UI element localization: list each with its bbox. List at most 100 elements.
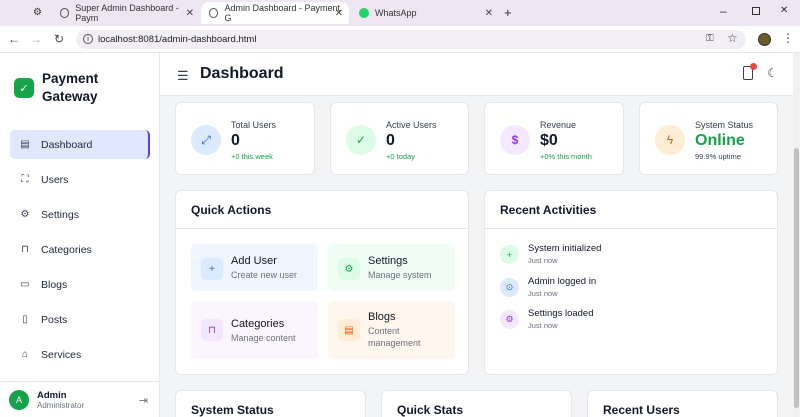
avatar: A [9,389,29,410]
quick-action-sub: Manage system [368,270,432,280]
quick-action-blogs[interactable]: ▤ Blogs Content management [328,301,455,359]
divider [485,228,777,229]
address-bar: ← → ↻ i localhost:8081/admin-dashboard.h… [0,26,800,53]
bookmark-star-icon[interactable]: ☆ [727,31,738,45]
section-title: System Status [191,403,274,417]
reload-icon[interactable]: ↻ [51,32,67,46]
categories-icon: ⊓ [201,319,223,341]
settings-icon: ⚙ [500,310,519,329]
close-window-icon[interactable]: ✕ [780,5,788,16]
sidebar-item-label: Settings [41,208,79,221]
divider [176,228,468,229]
sidebar-item-posts[interactable]: ▯ Posts [10,305,150,334]
browser-tab-label: Super Admin Dashboard - Paym [75,3,179,23]
scrollbar-thumb[interactable] [794,148,799,408]
stat-label: Revenue [540,120,577,130]
new-tab-icon[interactable]: + [504,5,512,20]
section-title: Recent Users [603,403,680,417]
back-icon[interactable]: ← [6,32,22,46]
logout-icon[interactable]: ⇥ [139,394,148,407]
chrome-menu-icon[interactable]: ⚙ [33,7,42,18]
login-icon: ⊙ [500,278,519,297]
maximize-icon[interactable] [752,7,760,15]
activity-title: System initialized [528,243,602,254]
activity-title: Settings loaded [528,308,594,319]
stat-value: 0 [231,132,240,149]
sidebar: ✓ Payment Gateway ▤ Dashboard ⛶ Users ⚙ … [0,53,160,417]
posts-icon: ▯ [22,314,28,325]
activity-time: Just now [528,321,558,330]
sidebar-item-label: Posts [41,313,68,326]
blogs-icon: ▤ [338,319,360,341]
profile-avatar-icon[interactable] [758,33,771,46]
sidebar-item-label: Blogs [41,278,68,291]
hamburger-menu-icon[interactable]: ☰ [177,68,189,84]
sidebar-item-label: Services [41,348,82,361]
section-title: Quick Stats [397,403,464,417]
plus-icon: + [201,258,223,280]
quick-actions-panel: Quick Actions + Add User Create new user… [175,190,469,375]
sidebar-item-categories[interactable]: ⊓ Categories [10,235,150,264]
sidebar-item-users[interactable]: ⛶ Users [10,165,150,194]
close-tab-icon[interactable]: ✕ [335,8,343,19]
quick-action-sub: Content management [368,326,421,348]
quick-action-title: Blogs [368,311,396,323]
stat-sub: +0% this month [540,152,592,161]
browser-tab-1[interactable]: Super Admin Dashboard - Paym ✕ [52,2,200,24]
quick-action-categories[interactable]: ⊓ Categories Manage content [191,301,318,359]
sidebar-item-services[interactable]: ⌂ Services [10,340,150,369]
scrollbar[interactable] [793,53,800,417]
globe-icon [60,8,70,18]
browser-tab-label: WhatsApp [375,8,417,18]
stat-value: 0 [386,132,395,149]
url-input[interactable]: i localhost:8081/admin-dashboard.html [76,30,746,49]
dashboard-icon: ▤ [20,139,30,150]
activity-item: + System initialized Just now [500,243,700,265]
dark-mode-icon[interactable]: ☾ [767,66,778,80]
sidebar-item-label: Categories [41,243,92,256]
section-title: Quick Actions [191,203,272,217]
sidebar-item-settings[interactable]: ⚙ Settings [10,200,150,229]
plus-icon: + [500,245,519,264]
brand[interactable]: ✓ Payment Gateway [14,70,112,106]
user-name: Admin [37,389,67,401]
activity-title: Admin logged in [528,276,597,287]
forward-icon[interactable]: → [28,32,44,46]
close-tab-icon[interactable]: ✕ [485,8,493,19]
stat-card-active-users: ✓ Active Users 0 +0 today [330,102,469,175]
user-role: Administrator [37,400,85,410]
sidebar-menu: ▤ Dashboard ⛶ Users ⚙ Settings ⊓ Categor… [10,130,150,375]
notification-icon[interactable] [743,63,757,80]
activity-item: ⊙ Admin logged in Just now [500,276,700,298]
quick-action-settings[interactable]: ⚙ Settings Manage system [328,244,455,291]
settings-icon: ⚙ [338,258,360,280]
recent-users-panel: Recent Users [587,390,778,417]
stat-value: Online [695,132,745,149]
browser-tab-3[interactable]: WhatsApp ✕ [351,2,499,24]
quick-action-title: Settings [368,255,408,267]
activity-time: Just now [528,256,558,265]
stat-card-total-users: ⤢ Total Users 0 +0 this week [175,102,315,175]
more-menu-icon[interactable]: ⋮ [782,31,794,45]
stat-value: $0 [540,132,558,149]
quick-action-sub: Create new user [231,270,298,280]
browser-tab-2[interactable]: Admin Dashboard - Payment G ✕ [201,2,349,24]
activity-time: Just now [528,289,558,298]
notification-dot [750,63,757,70]
site-info-icon[interactable]: i [83,34,93,44]
stat-card-system-status: ϟ System Status Online 99.9% uptime [639,102,778,175]
stat-label: Active Users [386,120,437,130]
sidebar-item-dashboard[interactable]: ▤ Dashboard [10,130,150,159]
quick-stats-panel: Quick Stats [381,390,572,417]
users-chart-icon: ⤢ [191,125,221,155]
url-text: localhost:8081/admin-dashboard.html [98,34,257,45]
page-title: Dashboard [200,65,284,82]
shield-logo-icon: ✓ [14,78,34,98]
sidebar-item-blogs[interactable]: ▭ Blogs [10,270,150,299]
key-icon[interactable]: ⚿ [706,33,714,44]
check-circle-icon: ✓ [346,125,376,155]
close-tab-icon[interactable]: ✕ [186,8,194,19]
bolt-icon: ϟ [655,125,685,155]
quick-action-add-user[interactable]: + Add User Create new user [191,244,318,291]
minimize-icon[interactable]: – [720,4,727,18]
